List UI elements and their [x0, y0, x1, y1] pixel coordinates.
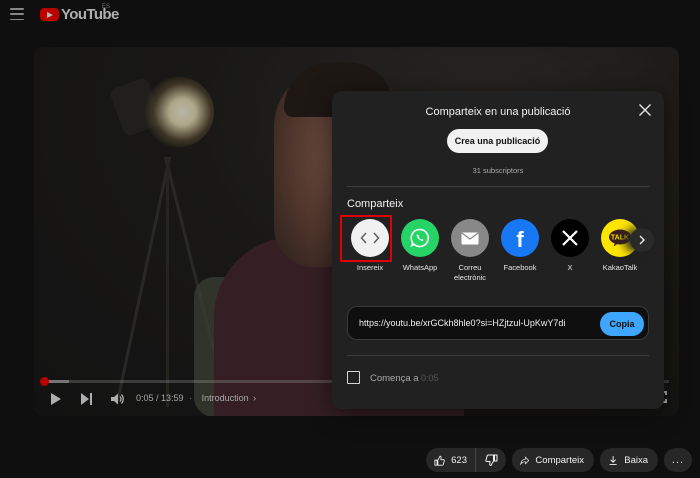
divider — [347, 186, 649, 187]
subscriber-count: 31 subscriptors — [472, 166, 524, 175]
x-icon — [551, 219, 589, 257]
share-arrow-icon — [520, 455, 530, 465]
share-target-embed[interactable]: Insereix — [340, 215, 396, 273]
volume-icon[interactable] — [110, 392, 124, 406]
share-url-box: https://youtu.be/xrGCkh8hle0?si=HZjtzul-… — [347, 306, 649, 340]
copy-button[interactable]: Copia — [600, 312, 644, 336]
share-target-label: WhatsApp — [402, 263, 438, 272]
download-icon — [609, 455, 617, 465]
time-text: 0:05 / 13:59 — [136, 393, 184, 403]
studio-lamp — [144, 77, 214, 147]
divider — [347, 355, 649, 356]
logo-text: YouTube — [61, 6, 119, 23]
share-target-label: Correu electrònic — [453, 263, 487, 282]
share-dialog: Comparteix en una publicació Crea una pu… — [332, 91, 664, 409]
like-dislike-group: 623 — [426, 448, 506, 472]
create-post-button[interactable]: Crea una publicació — [447, 129, 548, 153]
whatsapp-icon — [401, 219, 439, 257]
progress-scrubber[interactable] — [40, 377, 50, 386]
chevron-right-icon — [639, 235, 645, 245]
share-target-email[interactable]: Correu electrònic — [444, 219, 496, 283]
share-target-whatsapp[interactable]: WhatsApp — [394, 219, 446, 273]
close-icon[interactable] — [638, 103, 652, 117]
dislike-button[interactable] — [476, 448, 506, 472]
chevron-right-icon: › — [253, 393, 257, 403]
download-label: Baixa — [624, 454, 648, 466]
video-actions: 623 Comparteix Baixa ... — [426, 448, 692, 472]
youtube-watch-page: YouTube ES 0:05 / 13:59 · Introduction ›… — [0, 0, 700, 478]
chapter-title[interactable]: Introduction — [202, 393, 249, 403]
youtube-play-icon — [40, 8, 59, 21]
share-target-label: KakaoTalk — [602, 263, 638, 272]
email-icon — [451, 219, 489, 257]
share-target-facebook[interactable]: f Facebook — [494, 219, 546, 273]
country-code: ES — [102, 4, 111, 10]
more-icon: ... — [671, 454, 685, 466]
share-heading: Comparteix — [347, 198, 404, 210]
dialog-title: Comparteix en una publicació — [425, 106, 571, 118]
thumbs-up-icon — [434, 455, 445, 466]
like-count: 623 — [451, 454, 467, 466]
share-url-text[interactable]: https://youtu.be/xrGCkh8hle0?si=HZjtzul-… — [359, 318, 569, 328]
start-at-time-input[interactable]: 0:05 — [421, 373, 439, 383]
share-button[interactable]: Comparteix — [512, 448, 594, 472]
top-bar: YouTube ES — [0, 0, 700, 30]
facebook-icon: f — [501, 219, 539, 257]
next-icon[interactable] — [81, 393, 93, 405]
play-icon[interactable] — [51, 393, 61, 405]
selection-highlight — [340, 215, 392, 262]
svg-text:TALK: TALK — [611, 235, 629, 242]
share-target-label: X — [567, 263, 573, 272]
like-button[interactable]: 623 — [426, 448, 476, 472]
share-targets-row: Insereix WhatsApp Correu electrònic f Fa… — [340, 215, 647, 289]
share-label: Comparteix — [535, 454, 584, 466]
more-actions-button[interactable]: ... — [664, 448, 692, 472]
share-target-x[interactable]: X — [544, 219, 596, 273]
scroll-right-button[interactable] — [630, 228, 654, 252]
menu-icon[interactable] — [10, 8, 24, 20]
thumbs-down-icon — [484, 454, 497, 466]
share-target-label: Facebook — [503, 263, 537, 272]
start-at-checkbox[interactable] — [347, 371, 360, 384]
time-display: 0:05 / 13:59 · Introduction › — [136, 393, 257, 403]
download-button[interactable]: Baixa — [600, 448, 658, 472]
start-at-label: Comença a — [370, 373, 419, 384]
share-target-label: Insereix — [356, 263, 384, 272]
